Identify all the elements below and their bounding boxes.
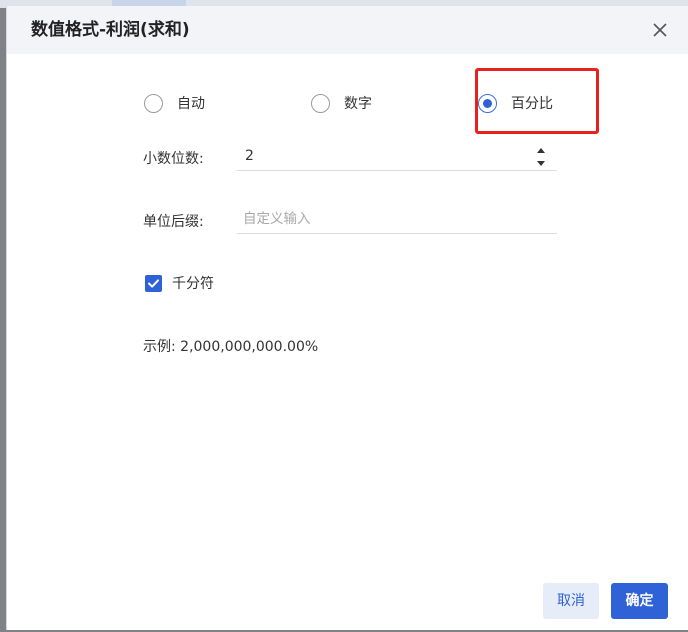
- radio-label: 百分比: [511, 96, 553, 112]
- decimal-places-label: 小数位数:: [143, 151, 204, 167]
- format-example-text: 示例: 2,000,000,000.00%: [143, 339, 319, 355]
- decimal-places-input[interactable]: 2: [245, 148, 254, 164]
- close-button[interactable]: [648, 18, 672, 42]
- checkmark-icon: [148, 278, 159, 288]
- dialog-header: 数值格式-利润(求和): [7, 6, 688, 54]
- dialog-title: 数值格式-利润(求和): [31, 20, 190, 40]
- unit-suffix-underline: [237, 233, 557, 234]
- radio-number[interactable]: 数字: [311, 92, 372, 114]
- decimal-places-underline: [237, 170, 557, 171]
- radio-percent[interactable]: 百分比: [478, 92, 553, 114]
- decimal-places-stepper[interactable]: [534, 145, 548, 169]
- radio-button-selected[interactable]: [478, 93, 497, 113]
- close-icon: [653, 23, 667, 37]
- thousands-separator-checkbox[interactable]: 千分符: [145, 274, 214, 292]
- unit-suffix-label: 单位后缀:: [143, 214, 204, 230]
- format-radio-group: 自动 数字 百分比: [7, 92, 688, 114]
- ok-button[interactable]: 确定: [611, 583, 668, 619]
- radio-label: 自动: [177, 96, 205, 112]
- cancel-button[interactable]: 取消: [543, 583, 599, 619]
- unit-suffix-input[interactable]: [243, 208, 543, 230]
- radio-button[interactable]: [311, 93, 330, 113]
- radio-button[interactable]: [144, 93, 163, 113]
- checkbox-checked[interactable]: [145, 274, 162, 292]
- thousands-separator-label: 千分符: [172, 276, 214, 292]
- radio-label: 数字: [344, 96, 372, 112]
- radio-auto[interactable]: 自动: [144, 92, 205, 114]
- stepper-arrows-icon: [537, 148, 545, 166]
- number-format-dialog: 数值格式-利润(求和) 自动 数字 百分比 小数位数: 2 单位后缀: 自定义输…: [6, 6, 688, 630]
